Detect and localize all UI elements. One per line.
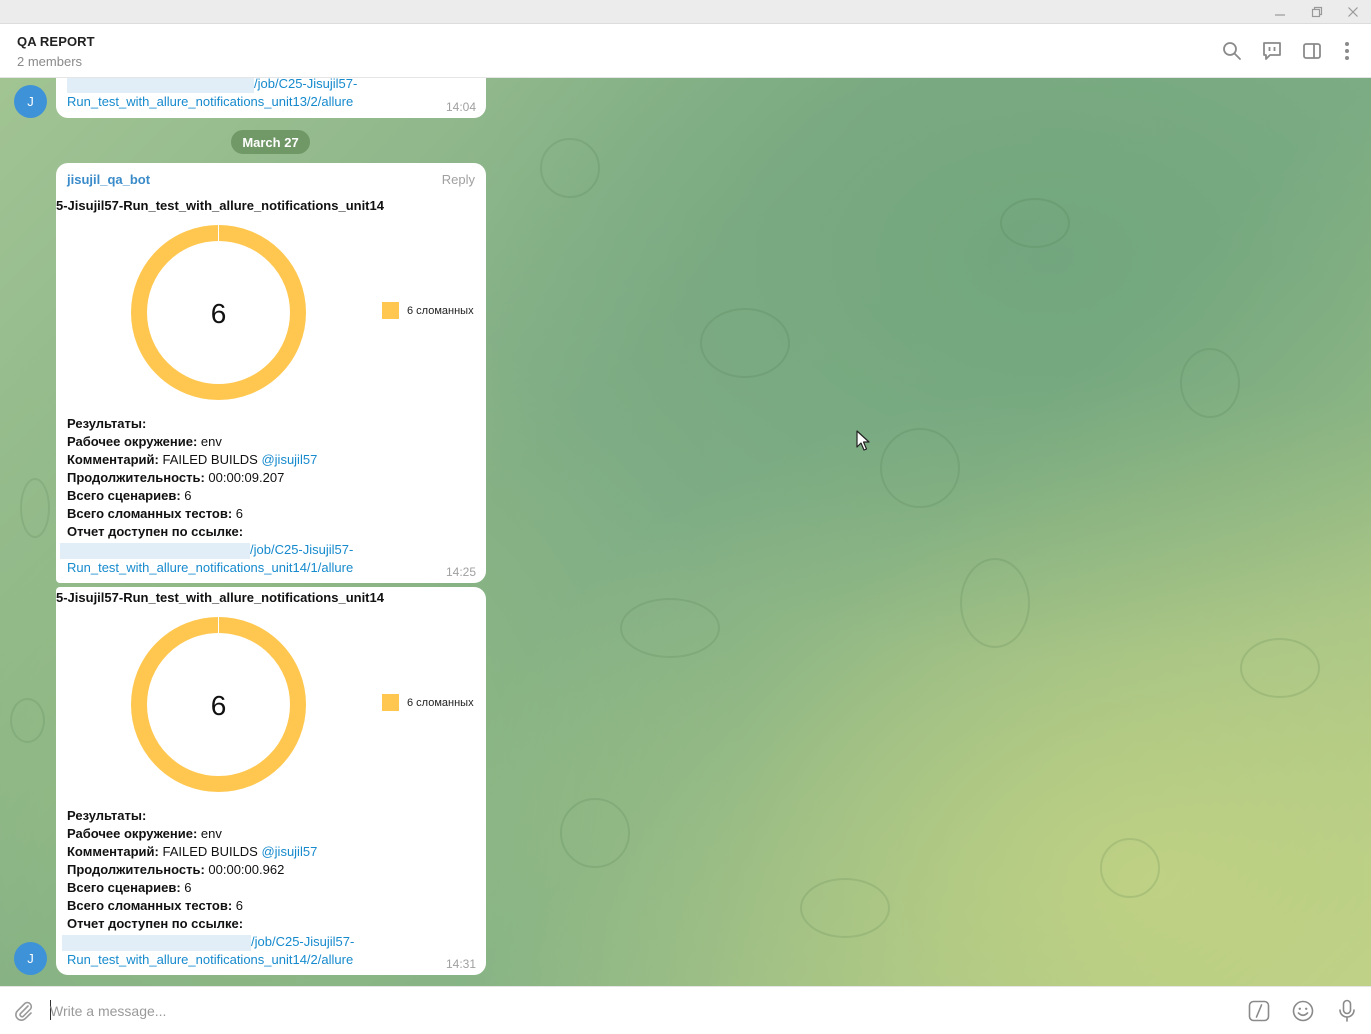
window-titlebar bbox=[0, 0, 1371, 24]
search-icon[interactable] bbox=[1220, 39, 1244, 63]
chart-legend: 6 сломанных bbox=[382, 694, 474, 711]
message-text: Результаты: Рабочее окружение: env Комме… bbox=[62, 807, 354, 969]
avatar[interactable]: J bbox=[14, 942, 47, 975]
background-doodle bbox=[540, 138, 600, 198]
emoji-icon[interactable] bbox=[1291, 999, 1315, 1023]
background-doodle bbox=[1100, 838, 1160, 898]
close-icon[interactable] bbox=[1343, 2, 1363, 22]
bot-commands-icon[interactable] bbox=[1247, 999, 1271, 1023]
background-doodle bbox=[960, 558, 1030, 648]
message-time: 14:31 bbox=[445, 957, 476, 971]
scenarios-label: Всего сценариев: bbox=[67, 880, 181, 895]
avatar[interactable]: J bbox=[14, 85, 47, 118]
restore-icon[interactable] bbox=[1307, 2, 1327, 22]
legend-label: 6 сломанных bbox=[407, 304, 474, 317]
scenarios-label: Всего сценариев: bbox=[67, 488, 181, 503]
link-label: Отчет доступен по ссылке: bbox=[67, 916, 244, 931]
redacted-host bbox=[62, 934, 251, 951]
duration-value: 00:00:00.962 bbox=[204, 862, 285, 877]
background-doodle bbox=[1180, 348, 1240, 418]
link-label: Отчет доступен по ссылке: bbox=[67, 524, 244, 539]
background-doodle bbox=[800, 878, 890, 938]
microphone-icon[interactable] bbox=[1335, 999, 1359, 1023]
donut-chart[interactable]: 6 bbox=[131, 225, 306, 400]
broken-label: Всего сломанных тестов: bbox=[67, 898, 233, 913]
sidebar-toggle-icon[interactable] bbox=[1300, 39, 1324, 63]
background-doodle bbox=[700, 308, 790, 378]
redacted-host bbox=[67, 78, 254, 93]
background-doodle bbox=[1240, 638, 1320, 698]
report-link[interactable]: /job/C25-Jisujil57- bbox=[250, 542, 353, 557]
message-bubble[interactable]: /job/C25-Jisujil57- Run_test_with_allure… bbox=[56, 78, 486, 118]
results-label: Результаты: bbox=[67, 416, 147, 431]
report-image-title: 5-Jisujil57-Run_test_with_allure_notific… bbox=[56, 198, 384, 213]
donut-chart[interactable]: 6 bbox=[131, 617, 306, 792]
legend-label: 6 сломанных bbox=[407, 696, 474, 709]
duration-value: 00:00:09.207 bbox=[204, 470, 285, 485]
scenarios-value: 6 bbox=[180, 880, 192, 895]
chat-title[interactable]: QA REPORT bbox=[17, 34, 95, 49]
chat-history[interactable]: /job/C25-Jisujil57- Run_test_with_allure… bbox=[0, 78, 1371, 986]
env-label: Рабочее окружение: bbox=[67, 826, 198, 841]
message-bubble[interactable]: jisujil_qa_bot Reply 5-Jisujil57-Run_tes… bbox=[56, 163, 486, 583]
message-text: Результаты: Рабочее окружение: env Комме… bbox=[60, 415, 353, 577]
redacted-host bbox=[60, 542, 250, 559]
user-mention[interactable]: @jisujil57 bbox=[261, 844, 317, 859]
attach-icon[interactable] bbox=[12, 999, 36, 1023]
broken-value: 6 bbox=[232, 898, 244, 913]
message-text: /job/C25-Jisujil57- Run_test_with_allure… bbox=[67, 78, 357, 111]
report-link[interactable]: Run_test_with_allure_notifications_unit1… bbox=[67, 560, 353, 575]
chat-header[interactable]: QA REPORT 2 members bbox=[0, 24, 1371, 78]
message-input[interactable] bbox=[50, 1001, 1200, 1021]
message-bubble[interactable]: 5-Jisujil57-Run_test_with_allure_notific… bbox=[56, 587, 486, 975]
message-time: 14:25 bbox=[445, 565, 476, 579]
background-doodle bbox=[1000, 198, 1070, 248]
legend-swatch bbox=[382, 694, 399, 711]
results-label: Результаты: bbox=[67, 808, 147, 823]
donut-center-value: 6 bbox=[211, 298, 227, 329]
comment-label: Комментарий: bbox=[67, 452, 159, 467]
date-separator: March 27 bbox=[231, 130, 310, 154]
reply-button[interactable]: Reply bbox=[442, 172, 475, 187]
env-label: Рабочее окружение: bbox=[67, 434, 198, 449]
report-link[interactable]: /job/C25-Jisujil57- bbox=[251, 934, 354, 949]
member-count: 2 members bbox=[17, 54, 83, 69]
comment-value: FAILED BUILDS bbox=[158, 844, 262, 859]
background-doodle bbox=[10, 698, 45, 743]
env-value: env bbox=[197, 826, 222, 841]
env-value: env bbox=[197, 434, 222, 449]
background-doodle bbox=[880, 428, 960, 508]
donut-center-value: 6 bbox=[211, 690, 227, 721]
broken-value: 6 bbox=[232, 506, 244, 521]
more-vertical-icon[interactable] bbox=[1335, 39, 1359, 63]
report-link[interactable]: Run_test_with_allure_notifications_unit1… bbox=[67, 94, 353, 109]
duration-label: Продолжительность: bbox=[67, 470, 205, 485]
mouse-cursor-icon bbox=[856, 430, 870, 451]
background-doodle bbox=[560, 798, 630, 868]
report-link[interactable]: /job/C25-Jisujil57- bbox=[254, 78, 357, 91]
chart-legend: 6 сломанных bbox=[382, 302, 474, 319]
scenarios-value: 6 bbox=[180, 488, 192, 503]
video-chat-icon[interactable] bbox=[1260, 39, 1284, 63]
user-mention[interactable]: @jisujil57 bbox=[261, 452, 317, 467]
report-link[interactable]: Run_test_with_allure_notifications_unit1… bbox=[67, 952, 353, 967]
report-image-title: 5-Jisujil57-Run_test_with_allure_notific… bbox=[56, 590, 384, 605]
comment-value: FAILED BUILDS bbox=[158, 452, 262, 467]
sender-name[interactable]: jisujil_qa_bot bbox=[67, 172, 150, 187]
comment-label: Комментарий: bbox=[67, 844, 159, 859]
background-doodle bbox=[620, 598, 720, 658]
message-time: 14:04 bbox=[445, 100, 476, 114]
broken-label: Всего сломанных тестов: bbox=[67, 506, 233, 521]
duration-label: Продолжительность: bbox=[67, 862, 205, 877]
background-doodle bbox=[20, 478, 50, 538]
legend-swatch bbox=[382, 302, 399, 319]
minimize-icon[interactable] bbox=[1270, 2, 1290, 22]
message-composer bbox=[0, 986, 1371, 1034]
